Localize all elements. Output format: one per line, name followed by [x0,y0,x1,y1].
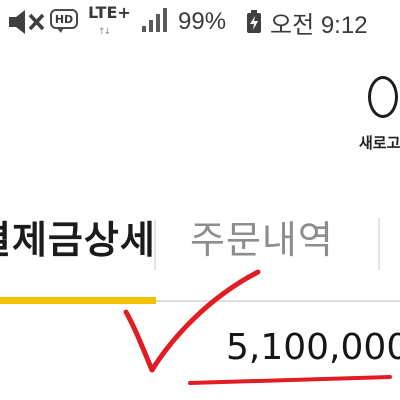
data-arrows-icon: ↑↓ [98,27,111,37]
app-screen: HD LTE+ ↑↓ 99% 오전 9:12 새로고 결제금상세 주문내역 [0,0,400,400]
hd-voice-icon: HD [50,9,78,29]
mute-icon [6,0,46,44]
tab-payment-details[interactable]: 결제금상세 [0,214,156,266]
refresh-label[interactable]: 새로고 [359,132,400,153]
tab-divider [378,218,380,270]
battery-charging-icon [246,10,262,34]
battery-percentage: 99% [178,8,227,35]
signal-icon [140,6,168,34]
active-tab-indicator [0,297,156,304]
tab-divider [154,220,156,270]
tab-order-history[interactable]: 주문내역 [190,214,334,266]
payment-amount: 5,100,000 [226,327,400,368]
hd-voice-icon-tail [56,27,64,33]
status-bar: HD LTE+ ↑↓ 99% 오전 9:12 [0,0,400,44]
lte-plus-icon: LTE+ [88,3,131,22]
clock: 오전 9:12 [270,11,368,39]
refresh-icon[interactable] [368,76,398,118]
